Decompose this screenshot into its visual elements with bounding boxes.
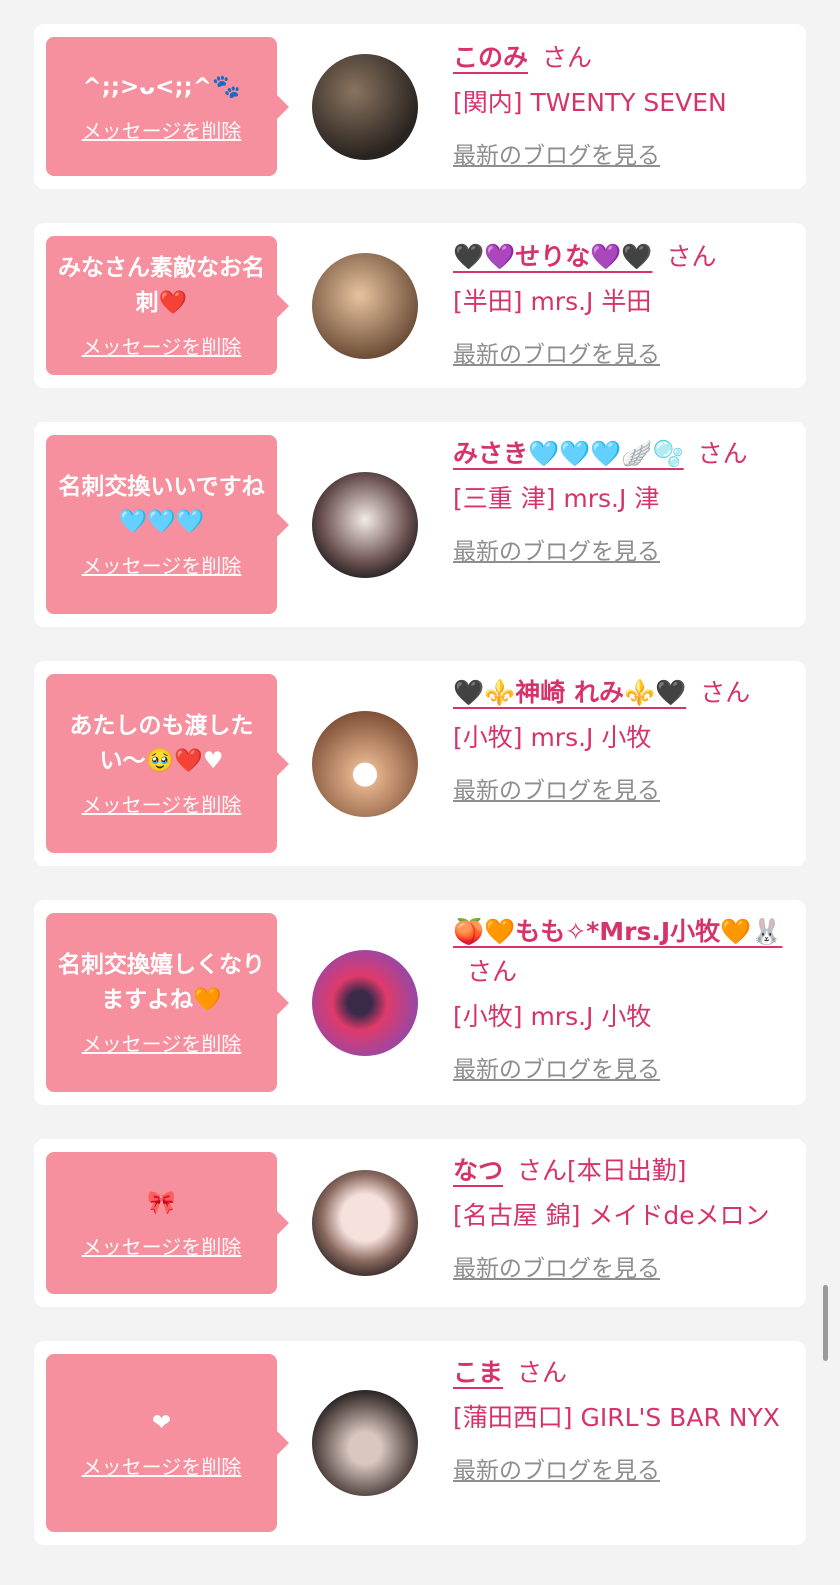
avatar[interactable] (312, 54, 418, 160)
scrollbar[interactable] (823, 1285, 828, 1361)
shop-label: [蒲田西口] GIRL'S BAR NYX (453, 1403, 780, 1432)
avatar[interactable] (312, 950, 418, 1056)
avatar[interactable] (312, 253, 418, 359)
delete-message-link[interactable]: メッセージを削除 (82, 1451, 242, 1480)
message-card: 名刺交換いいですね🩵🩵🩵 メッセージを削除 みさき🩵🩵🩵🪽🫧 さん [三重 津] … (34, 422, 806, 627)
profile-name-link[interactable]: 🍑🧡もも✧*Mrs.J小牧🧡🐰 (453, 917, 782, 946)
honorific: さん (700, 678, 751, 707)
latest-blog-link[interactable]: 最新のブログを見る (453, 335, 793, 369)
avatar[interactable] (312, 1390, 418, 1496)
message-card: 名刺交換嬉しくなりますよね🧡 メッセージを削除 🍑🧡もも✧*Mrs.J小牧🧡🐰 さ… (34, 900, 806, 1105)
message-card: ❤ メッセージを削除 こま さん [蒲田西口] GIRL'S BAR NYX 最新… (34, 1341, 806, 1545)
message-text: 名刺交換いいですね🩵🩵🩵 (58, 474, 265, 535)
message-bubble: ❤ メッセージを削除 (46, 1354, 289, 1532)
shop-label: [小牧] mrs.J 小牧 (453, 723, 652, 752)
latest-blog-link[interactable]: 最新のブログを見る (453, 771, 793, 805)
message-text: みなさん素敵なお名刺❤️ (58, 255, 265, 316)
message-text: あたしのも渡したい〜🥹❤️♥ (69, 713, 254, 774)
delete-message-link[interactable]: メッセージを削除 (82, 1231, 242, 1260)
message-card: 🎀 メッセージを削除 なつ さん[本日出勤] [名古屋 錦] メイドdeメロン 最… (34, 1139, 806, 1307)
honorific: さん (666, 242, 717, 271)
latest-blog-link[interactable]: 最新のブログを見る (453, 136, 793, 170)
delete-message-link[interactable]: メッセージを削除 (82, 1028, 242, 1057)
honorific: さん (467, 957, 518, 986)
delete-message-link[interactable]: メッセージを削除 (82, 550, 242, 579)
profile-name-link[interactable]: なつ (453, 1156, 503, 1185)
avatar[interactable] (312, 1170, 418, 1276)
profile-name-link[interactable]: 🖤⚜️神崎 れみ⚜️🖤 (453, 678, 686, 707)
shop-label: [半田] mrs.J 半田 (453, 287, 652, 316)
message-text: ^;;>ᴗ<;;^🐾 (82, 73, 241, 100)
latest-blog-link[interactable]: 最新のブログを見る (453, 1050, 793, 1084)
shop-label: [名古屋 錦] メイドdeメロン (453, 1201, 770, 1230)
message-text: ❤ (151, 1410, 172, 1436)
avatar[interactable] (312, 711, 418, 817)
honorific: さん (542, 43, 593, 72)
profile-name-link[interactable]: こま (453, 1358, 503, 1387)
message-bubble: ^;;>ᴗ<;;^🐾 メッセージを削除 (46, 37, 289, 176)
honorific: さん[本日出勤] (517, 1156, 687, 1185)
avatar[interactable] (312, 472, 418, 578)
honorific: さん (517, 1358, 568, 1387)
message-bubble: 🎀 メッセージを削除 (46, 1152, 289, 1294)
profile-name-link[interactable]: このみ (453, 43, 528, 72)
delete-message-link[interactable]: メッセージを削除 (82, 789, 242, 818)
message-card: あたしのも渡したい〜🥹❤️♥ メッセージを削除 🖤⚜️神崎 れみ⚜️🖤 さん [小… (34, 661, 806, 866)
latest-blog-link[interactable]: 最新のブログを見る (453, 1249, 793, 1283)
honorific: さん (697, 439, 748, 468)
message-bubble: 名刺交換いいですね🩵🩵🩵 メッセージを削除 (46, 435, 289, 614)
message-card: ^;;>ᴗ<;;^🐾 メッセージを削除 このみ さん [関内] TWENTY SE… (34, 24, 806, 189)
latest-blog-link[interactable]: 最新のブログを見る (453, 532, 793, 566)
profile-name-link[interactable]: みさき🩵🩵🩵🪽🫧 (453, 439, 684, 468)
shop-label: [三重 津] mrs.J 津 (453, 484, 660, 513)
message-card: みなさん素敵なお名刺❤️ メッセージを削除 🖤💜せりな💜🖤 さん [半田] mrs… (34, 223, 806, 388)
message-text: 🎀 (147, 1190, 176, 1216)
message-bubble: 名刺交換嬉しくなりますよね🧡 メッセージを削除 (46, 913, 289, 1092)
message-bubble: あたしのも渡したい〜🥹❤️♥ メッセージを削除 (46, 674, 289, 853)
profile-name-link[interactable]: 🖤💜せりな💜🖤 (453, 242, 653, 271)
message-text: 名刺交換嬉しくなりますよね🧡 (58, 952, 265, 1013)
shop-label: [小牧] mrs.J 小牧 (453, 1002, 652, 1031)
delete-message-link[interactable]: メッセージを削除 (82, 331, 242, 360)
message-bubble: みなさん素敵なお名刺❤️ メッセージを削除 (46, 236, 289, 375)
latest-blog-link[interactable]: 最新のブログを見る (453, 1451, 793, 1485)
delete-message-link[interactable]: メッセージを削除 (82, 115, 242, 144)
shop-label: [関内] TWENTY SEVEN (453, 88, 727, 117)
